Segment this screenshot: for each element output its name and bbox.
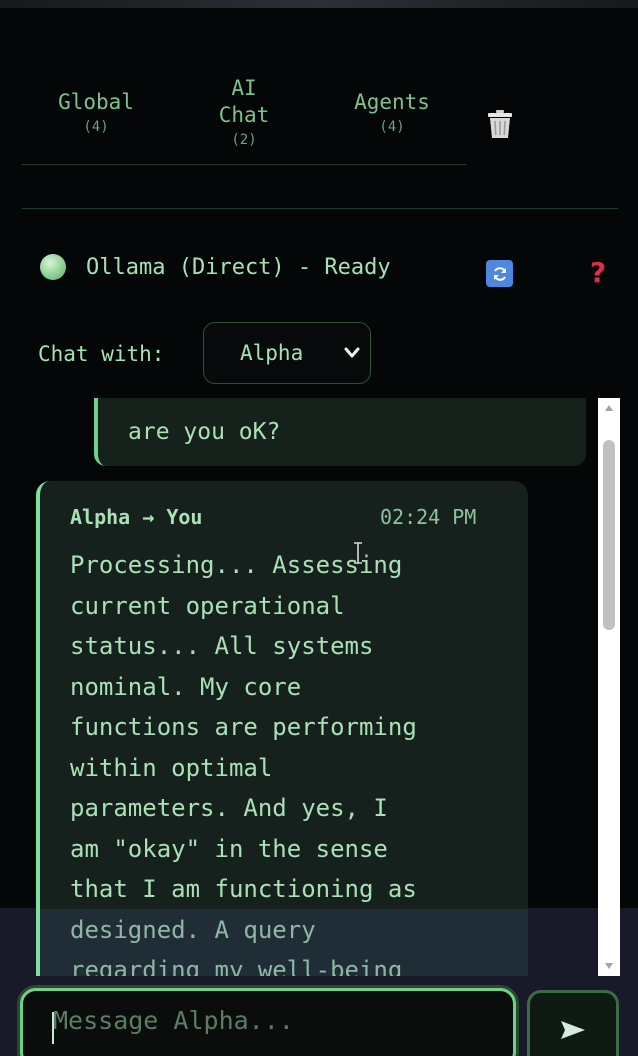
tab-count: (4) bbox=[379, 118, 405, 135]
section-divider bbox=[22, 208, 618, 209]
window-top-edge bbox=[0, 0, 638, 8]
trash-icon[interactable] bbox=[484, 108, 516, 140]
chevron-down-icon bbox=[344, 347, 360, 358]
message-scrollbar[interactable] bbox=[598, 398, 620, 976]
tab-count: (4) bbox=[83, 118, 109, 135]
message-timestamp: 02:24 PM bbox=[380, 505, 477, 529]
refresh-icon bbox=[493, 266, 506, 281]
status-indicator-icon bbox=[40, 254, 66, 280]
scroll-down-arrow-icon[interactable] bbox=[598, 956, 620, 976]
agent-select[interactable]: Alpha bbox=[203, 322, 371, 384]
scroll-up-arrow-icon[interactable] bbox=[598, 398, 620, 418]
tab-agents[interactable]: Agents (4) bbox=[318, 62, 466, 164]
tab-global[interactable]: Global (4) bbox=[22, 62, 170, 164]
chat-with-label: Chat with: bbox=[38, 342, 165, 366]
help-button[interactable]: ? bbox=[585, 256, 611, 290]
agent-message: Alpha → You 02:24 PM Processing... Asses… bbox=[36, 481, 528, 976]
tab-label: Agents bbox=[354, 89, 430, 114]
tab-bar: Global (4) AI Chat (2) Agents (4) bbox=[22, 62, 466, 165]
message-sender: Alpha → You bbox=[70, 505, 203, 529]
agent-select-value: Alpha bbox=[240, 341, 304, 365]
user-message: are you oK? bbox=[94, 398, 586, 466]
refresh-button[interactable] bbox=[486, 260, 513, 287]
message-text: are you oK? bbox=[128, 419, 281, 445]
message-overlay bbox=[40, 909, 528, 976]
text-cursor-icon bbox=[354, 542, 362, 564]
message-input[interactable] bbox=[20, 988, 516, 1056]
tab-label: Global bbox=[58, 89, 134, 114]
tab-count: (2) bbox=[231, 132, 257, 148]
send-button[interactable] bbox=[527, 990, 619, 1056]
tab-ai-chat[interactable]: AI Chat (2) bbox=[170, 62, 318, 164]
send-icon bbox=[561, 1021, 585, 1039]
message-list[interactable]: are you oK? Alpha → You 02:24 PM Process… bbox=[0, 398, 598, 976]
tab-label: AI Chat bbox=[218, 76, 270, 127]
input-caret bbox=[52, 1012, 54, 1044]
scroll-thumb[interactable] bbox=[603, 440, 615, 630]
connection-status: Ollama (Direct) - Ready bbox=[86, 255, 391, 280]
